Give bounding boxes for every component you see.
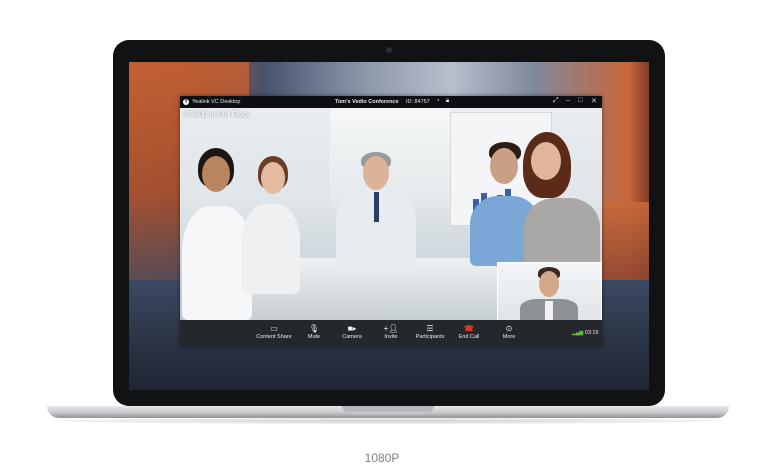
participants-icon: ☰ xyxy=(426,324,434,333)
fullscreen-icon[interactable]: ⤢ xyxy=(553,97,559,105)
yealink-logo-icon: Y xyxy=(183,99,189,105)
vc-desktop-window: Y Yealink VC Desktop Tom's Vedio Confere… xyxy=(180,96,602,346)
resolution-caption: 1080P xyxy=(364,451,400,465)
app-title: Yealink VC Desktop xyxy=(192,99,241,105)
main-video: VC800 in 5th Floor xyxy=(180,108,602,320)
laptop-screen: Y Yealink VC Desktop Tom's Vedio Confere… xyxy=(129,62,649,390)
signal-strength-icon: ▂▄▆ xyxy=(572,330,584,336)
invite-button[interactable]: +👤︎ Invite xyxy=(369,324,413,340)
window-titlebar[interactable]: Y Yealink VC Desktop Tom's Vedio Confere… xyxy=(180,96,602,108)
laptop-lid: Y Yealink VC Desktop Tom's Vedio Confere… xyxy=(113,40,665,406)
laptop-base xyxy=(47,406,729,418)
webcam-dot xyxy=(386,47,392,53)
more-icon: ⊙ xyxy=(505,324,513,333)
content-share-label: Content Share xyxy=(256,334,292,340)
participants-button[interactable]: ☰ Participants xyxy=(408,324,452,340)
monitor-icon: ▭ xyxy=(270,324,278,333)
minimize-icon[interactable]: – xyxy=(566,97,570,104)
laptop-shadow xyxy=(60,418,716,424)
end-call-icon: ☎ xyxy=(464,324,474,333)
security-icon: ◔ xyxy=(436,98,440,104)
camera-icon: ■▸ xyxy=(347,324,357,333)
add-person-icon: +👤︎ xyxy=(383,324,399,333)
camera-button[interactable]: ■▸ Camera xyxy=(330,324,374,340)
call-toolbar: ▭ Content Share 🎙︎ Mute ■▸ Camera +👤︎ In… xyxy=(180,320,602,346)
invite-label: Invite xyxy=(384,334,398,340)
end-call-label: End Call xyxy=(458,334,480,340)
mute-label: Mute xyxy=(307,334,321,340)
more-label: More xyxy=(502,334,516,340)
lock-icon: 🔒︎ xyxy=(446,98,450,104)
conference-title: Tom's Vedio Conference xyxy=(335,99,399,105)
room-label: VC800 in 5th Floor xyxy=(183,110,250,119)
participants-label: Participants xyxy=(415,334,445,340)
call-duration: 03:15 xyxy=(584,330,599,336)
content-share-button[interactable]: ▭ Content Share xyxy=(252,324,296,340)
conference-id: ID: 84757 xyxy=(406,99,430,105)
maximize-icon[interactable]: □ xyxy=(578,97,582,104)
close-icon[interactable]: ✕ xyxy=(591,97,597,105)
laptop-notch xyxy=(342,406,434,412)
more-button[interactable]: ⊙ More xyxy=(487,324,531,340)
call-status: ▂▄▆ 03:15 xyxy=(572,330,599,336)
camera-label: Camera xyxy=(342,334,362,340)
self-view-pip[interactable] xyxy=(497,262,602,320)
end-call-button[interactable]: ☎ End Call xyxy=(447,324,491,340)
